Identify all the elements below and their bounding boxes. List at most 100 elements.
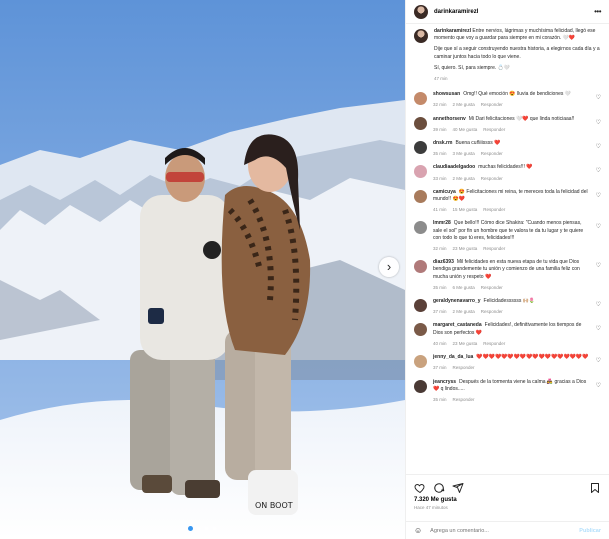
like-comment-icon[interactable]: ♡ (596, 325, 601, 332)
carousel-dot (212, 526, 217, 531)
comment-text: Que bello!!! Cómo dice Shakira: "Cuando … (433, 220, 584, 241)
reply-button[interactable]: Responder (481, 309, 503, 314)
reply-button[interactable]: Responder (481, 102, 503, 107)
comment-username[interactable]: claudiaadelgadoo (433, 164, 475, 170)
comment-text: Mil felicidades en esta nueva etapa de t… (433, 259, 580, 280)
author-username[interactable]: darinkaramirezl (434, 9, 594, 15)
like-comment-icon[interactable]: ♡ (596, 94, 601, 101)
comment-username[interactable]: showsusan (433, 91, 460, 97)
comment-text: Buena cuñiiissss ❤️ (455, 140, 501, 147)
commenter-avatar[interactable] (414, 141, 427, 155)
post-time-ago: Hace 47 minutos (414, 505, 448, 510)
couple-mountain-photo: ON BOOT (0, 0, 405, 539)
reply-button[interactable]: Responder (453, 365, 475, 370)
like-comment-icon[interactable]: ♡ (596, 357, 601, 364)
commenter-avatar[interactable] (414, 189, 427, 203)
comment-icon[interactable] (433, 481, 445, 493)
comment-time: 32 min (433, 246, 447, 252)
commenter-avatar[interactable] (414, 221, 427, 235)
comment-time: 39 min (433, 126, 447, 132)
comment-likes[interactable]: 15 Me gusta (453, 207, 478, 212)
comment-item: claudiaadelgadoo muchas felicidades!!! ❤️… (414, 164, 603, 181)
like-comment-icon[interactable]: ♡ (596, 119, 601, 126)
like-comment-icon[interactable]: ♡ (596, 192, 601, 199)
comment-likes[interactable]: 23 Me gusta (453, 246, 478, 251)
carousel-dot (204, 526, 209, 531)
likes-count[interactable]: 7.320 Me gusta (414, 497, 601, 503)
comment-likes[interactable]: 3 Me gusta (453, 151, 475, 156)
commenter-avatar[interactable] (414, 323, 427, 337)
carousel-dot-active (188, 526, 193, 531)
like-icon[interactable] (414, 481, 426, 494)
reply-button[interactable]: Responder (483, 127, 505, 132)
caption-para-1: darinkaramirezl Entre nervios, lágrimas … (434, 28, 596, 42)
bookmark-icon[interactable] (589, 481, 601, 493)
comment-item: dnsk.rm Buena cuñiiissss ❤️ 35 min 3 Me gu… (414, 140, 603, 157)
comment-text: muchas felicidades!!! ❤️ (478, 164, 533, 171)
commenter-avatar[interactable] (414, 299, 427, 313)
comment-time: 35 min (433, 284, 447, 290)
comment-text: Felicidadessssss 🙌🏼🌷 (483, 298, 536, 305)
comment-item: diaz6393 Mil felicidades en esta nueva et… (414, 259, 603, 291)
caption-username[interactable]: darinkaramirezl (434, 28, 471, 34)
comment-likes[interactable]: 6 Me gusta (453, 285, 475, 290)
emoji-icon[interactable]: ☺ (414, 526, 422, 535)
comment-likes[interactable]: 2 Me gusta (453, 102, 475, 107)
comments-list[interactable]: darinkaramirezl Entre nervios, lágrimas … (406, 24, 609, 473)
author-avatar[interactable] (414, 4, 428, 19)
comment-username[interactable]: lmmr28 (433, 220, 451, 226)
next-photo-button[interactable]: › (379, 257, 399, 277)
comment-username[interactable]: dnsk.rm (433, 140, 452, 146)
like-comment-icon[interactable]: ♡ (596, 143, 601, 150)
commenter-avatar[interactable] (414, 116, 427, 130)
commenter-avatar[interactable] (414, 260, 427, 274)
more-options-icon[interactable]: ••• (594, 7, 601, 16)
comment-likes[interactable]: 2 Me gusta (453, 176, 475, 181)
caption-avatar[interactable] (414, 29, 428, 43)
comment-likes[interactable]: 2 Me gusta (453, 309, 475, 314)
comment-username[interactable]: jenny_da_da_lua (433, 354, 473, 360)
comment-time: 37 min (433, 365, 447, 371)
share-icon[interactable] (452, 481, 464, 493)
comment-time: 32 min (433, 102, 447, 108)
caption-para-3: Sí, quiero. Sí, para siempre. 💍🤍 (434, 64, 511, 71)
comment-username[interactable]: margaret_castaneda (433, 322, 482, 328)
comment-item: annethorsenv Mi Dari felicitaciones 🤍❤️ q… (414, 116, 603, 133)
comment-username[interactable]: jeancryss (433, 379, 456, 385)
reply-button[interactable]: Responder (483, 341, 505, 346)
comment-item: showsusan Omg!! Qué emoción 😍 lluvia de b… (414, 91, 603, 108)
reply-button[interactable]: Responder (481, 151, 503, 156)
comment-item: jenny_da_da_lua ❤️❤️❤️❤️❤️❤️❤️❤️❤️❤️❤️❤️❤… (414, 354, 603, 371)
reply-button[interactable]: Responder (483, 207, 505, 212)
post-caption: darinkaramirezl Entre nervios, lágrimas … (414, 28, 603, 82)
comment-input[interactable] (430, 527, 580, 534)
like-comment-icon[interactable]: ♡ (596, 223, 601, 230)
caption-time: 47 min (434, 76, 448, 82)
reply-button[interactable]: Responder (481, 176, 503, 181)
post-photo[interactable]: ON BOOT › (0, 0, 405, 539)
comment-username[interactable]: annethorsenv (433, 116, 466, 122)
reply-button[interactable]: Responder (453, 397, 475, 402)
like-comment-icon[interactable]: ♡ (596, 382, 601, 389)
commenter-avatar[interactable] (414, 165, 427, 179)
reply-button[interactable]: Responder (481, 285, 503, 290)
comment-text: Omg!! Qué emoción 😍 lluvia de bendicione… (463, 91, 572, 98)
comment-time: 40 min (433, 340, 447, 346)
like-comment-icon[interactable]: ♡ (596, 262, 601, 269)
comment-username[interactable]: camicuya (433, 189, 456, 195)
like-comment-icon[interactable]: ♡ (596, 301, 601, 308)
comment-username[interactable]: geraldynenavarro_y (433, 298, 481, 304)
comment-likes[interactable]: 40 Me gusta (453, 127, 478, 132)
svg-text:ON BOOT: ON BOOT (255, 501, 293, 510)
publish-button[interactable]: Publicar (579, 528, 601, 534)
comment-time: 35 min (433, 151, 447, 157)
commenter-avatar[interactable] (414, 355, 427, 369)
comment-username[interactable]: diaz6393 (433, 259, 454, 265)
like-comment-icon[interactable]: ♡ (596, 167, 601, 174)
comment-likes[interactable]: 23 Me gusta (453, 341, 478, 346)
commenter-avatar[interactable] (414, 92, 427, 106)
reply-button[interactable]: Responder (483, 246, 505, 251)
carousel-dot (196, 526, 201, 531)
post-side-panel: darinkaramirezl ••• darinkaramirezl Entr… (405, 0, 609, 539)
commenter-avatar[interactable] (414, 379, 427, 393)
